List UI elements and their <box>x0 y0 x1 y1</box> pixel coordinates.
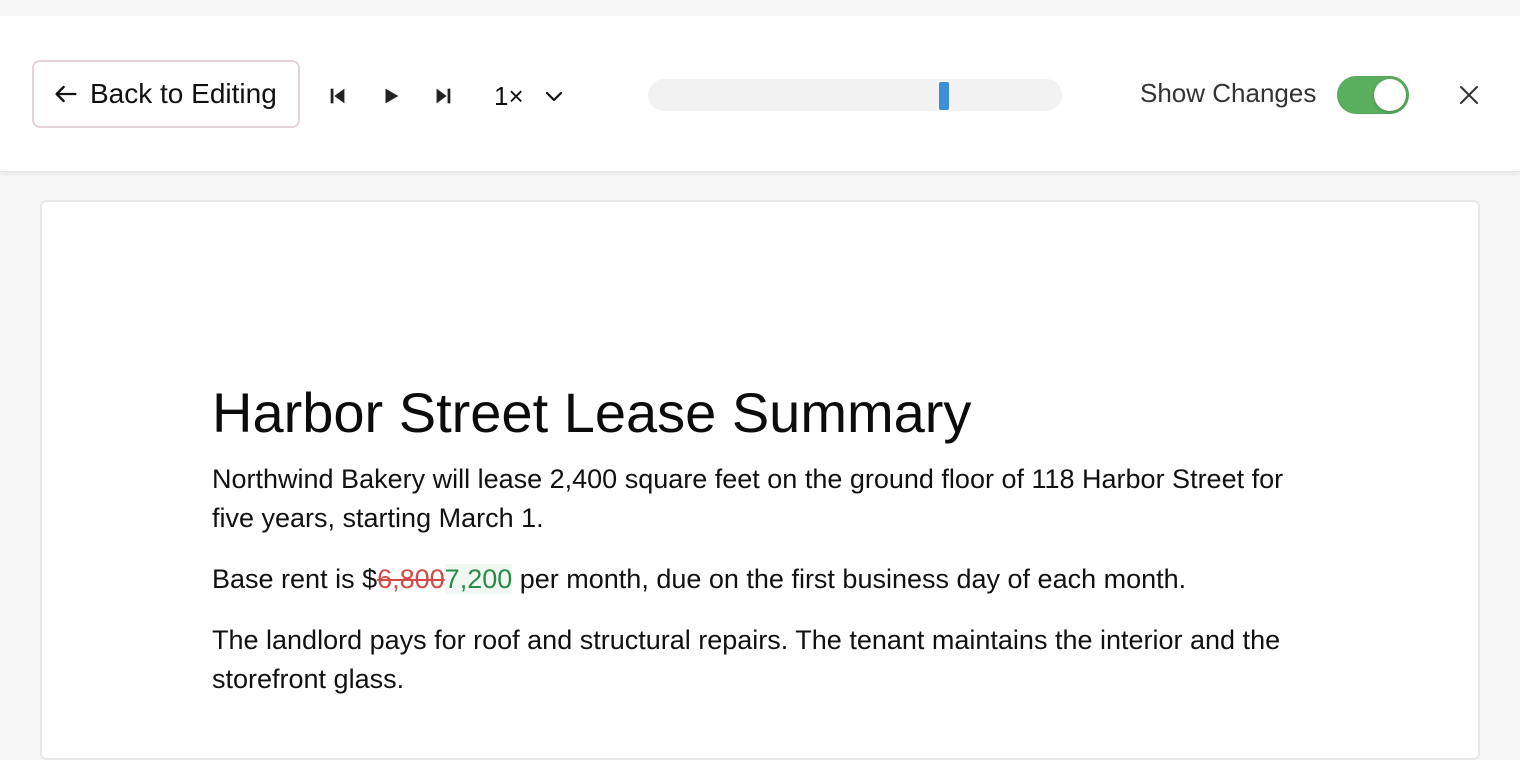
skip-back-icon <box>330 88 345 104</box>
document-title: Harbor Street Lease Summary <box>212 381 972 444</box>
arrow-left-icon <box>55 85 77 103</box>
skip-to-start-button[interactable] <box>322 80 354 112</box>
toggle-knob <box>1374 79 1406 111</box>
paragraph-base-rent: Base rent is $6,8007,200 per month, due … <box>212 560 1312 599</box>
chevron-down-icon <box>545 91 562 102</box>
playback-speed-select[interactable]: 1× <box>494 76 566 116</box>
playback-toolbar: Back to Editing 1× Show Changes <box>0 16 1520 172</box>
rent-text-before: Base rent is $ <box>212 564 378 594</box>
timeline-scrubber[interactable] <box>648 79 1062 111</box>
skip-forward-icon <box>436 88 451 104</box>
document-page: Harbor Street Lease Summary Northwind Ba… <box>40 200 1480 760</box>
playback-speed-value: 1× <box>494 80 524 111</box>
rent-text-after: per month, due on the first business day… <box>512 564 1187 594</box>
show-changes-toggle[interactable] <box>1337 76 1409 114</box>
top-strip <box>0 0 1520 16</box>
skip-to-end-button[interactable] <box>427 80 459 112</box>
show-changes-label: Show Changes <box>1140 78 1317 108</box>
play-button[interactable] <box>375 80 407 112</box>
deleted-text: 6,800 <box>377 564 445 594</box>
close-button[interactable] <box>1452 78 1486 112</box>
inserted-text: 7,200 <box>444 564 513 594</box>
play-icon <box>385 88 399 104</box>
timeline-thumb[interactable] <box>939 82 949 110</box>
paragraph-repairs: The landlord pays for roof and structura… <box>212 625 1281 694</box>
back-to-editing-button[interactable]: Back to Editing <box>32 60 300 128</box>
paragraph-lease-terms: Northwind Bakery will lease 2,400 square… <box>212 464 1284 533</box>
back-to-editing-label: Back to Editing <box>90 78 277 109</box>
close-icon <box>1460 86 1478 104</box>
